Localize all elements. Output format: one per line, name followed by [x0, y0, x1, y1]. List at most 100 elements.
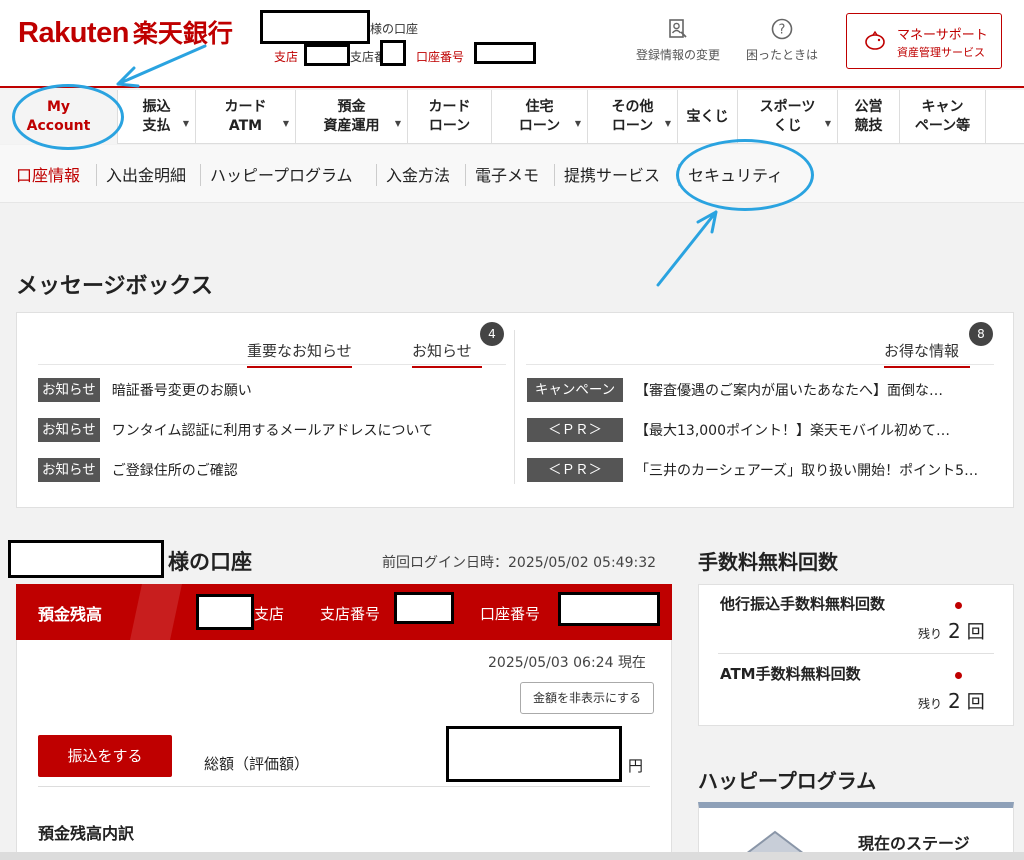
redacted-account-no	[474, 42, 536, 64]
message-tag: キャンペーン	[527, 378, 623, 402]
fee-separator	[718, 653, 994, 654]
caret-down-icon: ▼	[574, 119, 581, 128]
logo-jp: 楽天銀行	[132, 20, 233, 48]
gnav-item-label: キャン ペーン等	[914, 99, 971, 134]
gnav-item-label: その他 ローン	[611, 99, 654, 134]
subnav-separator	[96, 164, 97, 186]
balance-label: 預金残高	[38, 605, 103, 624]
message-text: 「三井のカーシェアーズ」取り扱い開始！ポイント5…	[635, 463, 979, 479]
message-row[interactable]: お知らせ ご登録住所のご確認	[38, 457, 508, 483]
profile-edit-label: 登録情報の変更	[635, 48, 720, 62]
profile-edit-icon	[669, 19, 687, 38]
remain-unit: 回	[966, 622, 985, 643]
balance-branch-no-label: 支店番号	[320, 605, 381, 623]
subnav-separator	[200, 164, 201, 186]
fee-dot-atm	[955, 672, 962, 679]
caret-down-icon: ▼	[394, 119, 401, 128]
transfer-button[interactable]: 振込をする	[38, 735, 172, 777]
redacted-balance-account-no	[558, 592, 660, 626]
gnav-item[interactable]: 振込 支払 ▼	[118, 90, 196, 144]
account-title: 様の口座	[168, 550, 252, 574]
gnav-item[interactable]: 公営 競技	[838, 90, 900, 144]
gnav-item-label: 宝くじ	[686, 108, 729, 125]
breakdown-title: 預金残高内訳	[38, 824, 135, 843]
caret-down-icon: ▼	[182, 119, 189, 128]
caret-down-icon: ▼	[282, 119, 289, 128]
last-login-time: 前回ログイン日時：2025/05/02 05:49:32	[382, 555, 657, 571]
message-text: 暗証番号変更のお願い	[111, 383, 252, 399]
caret-down-icon: ▼	[664, 119, 671, 128]
gnav-item[interactable]: 預金 資産運用 ▼	[296, 90, 408, 144]
redacted-name	[260, 10, 370, 44]
redacted-branch	[304, 44, 350, 66]
profile-edit-link[interactable]: 登録情報の変更	[628, 18, 728, 63]
help-label: 困ったときは	[745, 48, 818, 62]
sub-nav: 口座情報 入出金明細 ハッピープログラム 入金方法 電子メモ 提携サービス セキュリティ	[0, 145, 1024, 203]
gnav-item-label: カード ATM	[224, 99, 267, 134]
redacted-account-holder	[8, 540, 164, 578]
total-label: 総額（評価額）	[204, 755, 310, 773]
rakuten-bank-logo[interactable]: Rakuten 楽天銀行	[18, 14, 233, 50]
message-row[interactable]: キャンペーン 【審査優遇のご案内が届いたあなたへ】面倒な…	[527, 377, 997, 403]
gnav-item[interactable]: その他 ローン ▼	[588, 90, 678, 144]
gnav-item-label: カード ローン	[428, 99, 471, 134]
message-row[interactable]: ＜ＰＲ＞ 【最大13,000ポイント！】楽天モバイル初めて…	[527, 417, 997, 443]
message-text: 【審査優遇のご案内が届いたあなたへ】面倒な…	[635, 383, 943, 399]
deal-tabs-underline	[526, 364, 994, 365]
gnav-item[interactable]: カード ATM ▼	[196, 90, 296, 144]
notice-count-badge: 4	[480, 322, 504, 346]
help-icon: ?	[771, 18, 793, 40]
gnav-item-label: 振込 支払	[142, 99, 171, 134]
redacted-total-amount	[446, 726, 622, 782]
balance-as-of: 2025/05/03 06:24 現在	[488, 655, 646, 671]
horizontal-scrollbar[interactable]	[0, 852, 1024, 860]
account-divider	[38, 786, 650, 787]
yen-unit: 円	[628, 757, 644, 775]
message-tag: お知らせ	[38, 378, 100, 402]
money-support-sub: 資産管理サービス	[897, 46, 985, 59]
header-account-no-label: 口座番号	[416, 50, 465, 64]
gnav-item-label: 預金 資産運用	[323, 99, 380, 134]
hide-amount-button[interactable]: 金額を非表示にする	[520, 682, 654, 714]
message-text: 【最大13,000ポイント！】楽天モバイル初めて…	[635, 423, 950, 439]
subnav-separator	[554, 164, 555, 186]
message-row[interactable]: お知らせ ワンタイム認証に利用するメールアドレスについて	[38, 417, 508, 443]
piggy-bank-icon	[865, 30, 885, 50]
subnav-item[interactable]: 提携サービス	[564, 162, 660, 186]
current-stage-label: 現在のステージ	[858, 834, 970, 853]
help-link[interactable]: ? 困ったときは	[732, 18, 832, 63]
header-branch-label: 支店	[274, 50, 299, 64]
subnav-item[interactable]: 入出金明細	[106, 162, 186, 186]
fee-label-transfer: 他行振込手数料無料回数	[720, 595, 886, 613]
gnav-item[interactable]: カード ローン	[408, 90, 492, 144]
gnav-item[interactable]: スポーツ くじ ▼	[738, 90, 838, 144]
gnav-item-label: 住宅 ローン	[518, 99, 561, 134]
fees-title: 手数料無料回数	[698, 550, 838, 574]
gnav-item[interactable]: 住宅 ローン ▼	[492, 90, 588, 144]
redacted-balance-branch	[196, 594, 254, 630]
message-tag: お知らせ	[38, 418, 100, 442]
gnav-item-label: スポーツ くじ	[759, 99, 816, 134]
gnav-item[interactable]: キャン ペーン等	[900, 90, 986, 144]
subnav-item[interactable]: 電子メモ	[475, 162, 539, 186]
remain-label: 残り	[918, 627, 943, 641]
message-row[interactable]: ＜ＰＲ＞ 「三井のカーシェアーズ」取り扱い開始！ポイント5…	[527, 457, 997, 483]
global-nav: My Account 振込 支払 ▼ カード ATM ▼ 預金 資産運用 ▼ カード ローン住…	[0, 90, 1024, 144]
remain-label: 残り	[918, 697, 943, 711]
message-row[interactable]: お知らせ 暗証番号変更のお願い	[38, 377, 508, 403]
redacted-balance-branch-no	[394, 592, 454, 624]
gnav-item[interactable]: 宝くじ	[678, 90, 738, 144]
subnav-item[interactable]: ハッピープログラム	[210, 162, 353, 186]
subnav-item[interactable]: 入金方法	[386, 162, 450, 186]
money-support-button[interactable]: マネーサポート 資産管理サービス	[846, 13, 1002, 69]
notice-tabs-underline	[38, 364, 506, 365]
subnav-item[interactable]: 口座情報	[16, 162, 80, 186]
subnav-separator	[376, 164, 377, 186]
balance-bar-stripe	[130, 584, 182, 640]
message-box-title: メッセージボックス	[16, 274, 213, 299]
message-text: ご登録住所のご確認	[111, 463, 238, 479]
fee-label-atm: ATM手数料無料回数	[720, 665, 861, 683]
gnav-item-label: 公営 競技	[854, 99, 883, 134]
caret-down-icon: ▼	[824, 119, 831, 128]
header-account-suffix: 様の口座	[370, 22, 419, 36]
